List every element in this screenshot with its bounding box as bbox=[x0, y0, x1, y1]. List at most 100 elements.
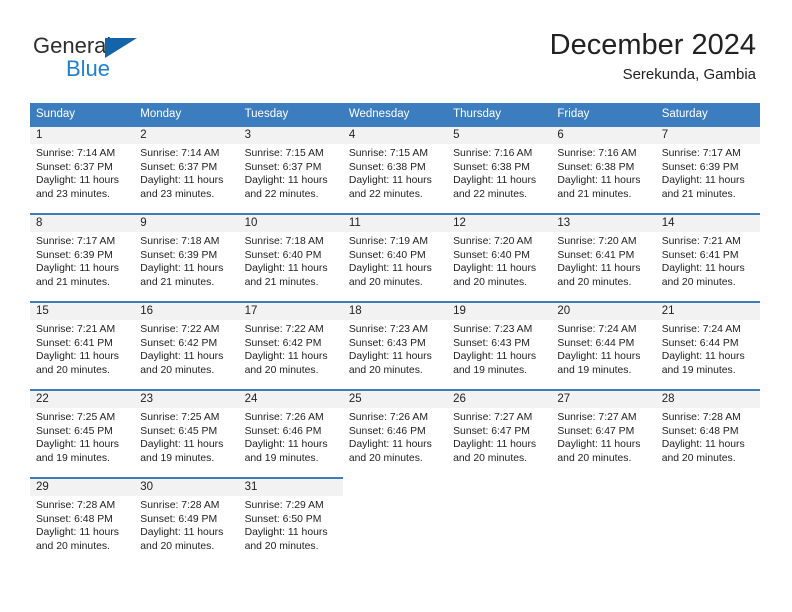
day-details: Sunrise: 7:22 AM Sunset: 6:42 PM Daylight:… bbox=[134, 320, 238, 377]
daylight-text-line1: Daylight: 11 hours bbox=[244, 439, 328, 451]
week-row: 22 Sunrise: 7:25 AM Sunset: 6:45 PM Dayligh… bbox=[30, 389, 760, 467]
sunrise-text: Sunrise: 7:21 AM bbox=[661, 236, 741, 247]
day-cell[interactable]: 11 Sunrise: 7:19 AM Sunset: 6:40 PM Dayligh… bbox=[342, 213, 448, 291]
day-details: Sunrise: 7:29 AM Sunset: 6:50 PM Daylight:… bbox=[239, 496, 343, 553]
sunset-text: Sunset: 6:37 PM bbox=[244, 161, 322, 173]
day-number: 6 bbox=[551, 127, 656, 144]
day-cell[interactable]: 13 Sunrise: 7:20 AM Sunset: 6:41 PM Dayligh… bbox=[551, 213, 656, 291]
sunset-text: Sunset: 6:37 PM bbox=[140, 161, 218, 173]
day-cell[interactable]: 5 Sunrise: 7:16 AM Sunset: 6:38 PM Daylight… bbox=[447, 125, 552, 203]
day-cell[interactable]: 31 Sunrise: 7:29 AM Sunset: 6:50 PM Dayligh… bbox=[238, 477, 343, 555]
daylight-text-line2: and 20 minutes. bbox=[36, 364, 110, 376]
sunset-text: Sunset: 6:46 PM bbox=[348, 425, 426, 437]
daylight-text-line1: Daylight: 11 hours bbox=[140, 439, 224, 451]
day-cell[interactable]: 29 Sunrise: 7:28 AM Sunset: 6:48 PM Dayligh… bbox=[30, 477, 135, 555]
sunset-text: Sunset: 6:41 PM bbox=[661, 249, 739, 261]
daylight-text-line2: and 19 minutes. bbox=[36, 452, 110, 464]
day-number: 2 bbox=[134, 127, 239, 144]
day-number: 12 bbox=[447, 215, 552, 232]
day-details: Sunrise: 7:20 AM Sunset: 6:40 PM Daylight:… bbox=[447, 232, 551, 289]
sunset-text: Sunset: 6:43 PM bbox=[348, 337, 426, 349]
sunset-text: Sunset: 6:38 PM bbox=[348, 161, 426, 173]
day-cell[interactable]: 4 Sunrise: 7:15 AM Sunset: 6:38 PM Daylight… bbox=[342, 125, 448, 203]
day-cell-empty bbox=[551, 477, 655, 555]
week-row: 29 Sunrise: 7:28 AM Sunset: 6:48 PM Dayligh… bbox=[30, 477, 760, 555]
day-cell[interactable]: 6 Sunrise: 7:16 AM Sunset: 6:38 PM Daylight… bbox=[551, 125, 656, 203]
logo-blue-text: Blue bbox=[66, 56, 111, 81]
weekday-monday: Monday bbox=[140, 108, 182, 120]
sunset-text: Sunset: 6:38 PM bbox=[453, 161, 530, 173]
sunrise-text: Sunrise: 7:24 AM bbox=[557, 324, 637, 335]
daylight-text-line2: and 20 minutes. bbox=[244, 540, 319, 552]
daylight-text-line1: Daylight: 11 hours bbox=[36, 439, 119, 451]
sunrise-text: Sunrise: 7:15 AM bbox=[244, 148, 324, 159]
day-cell[interactable]: 15 Sunrise: 7:21 AM Sunset: 6:41 PM Dayligh… bbox=[30, 301, 135, 379]
day-cell[interactable]: 22 Sunrise: 7:25 AM Sunset: 6:45 PM Dayligh… bbox=[30, 389, 135, 467]
sunrise-text: Sunrise: 7:18 AM bbox=[140, 236, 220, 247]
day-cell[interactable]: 27 Sunrise: 7:27 AM Sunset: 6:47 PM Dayligh… bbox=[551, 389, 656, 467]
day-cell[interactable]: 20 Sunrise: 7:24 AM Sunset: 6:44 PM Dayligh… bbox=[551, 301, 656, 379]
day-cell[interactable]: 25 Sunrise: 7:26 AM Sunset: 6:46 PM Dayligh… bbox=[342, 389, 448, 467]
daylight-text-line1: Daylight: 11 hours bbox=[140, 263, 224, 275]
day-cell[interactable]: 2 Sunrise: 7:14 AM Sunset: 6:37 PM Daylight… bbox=[134, 125, 239, 203]
sunset-text: Sunset: 6:45 PM bbox=[36, 425, 113, 437]
day-number: 25 bbox=[342, 391, 448, 408]
day-cell[interactable]: 14 Sunrise: 7:21 AM Sunset: 6:41 PM Dayligh… bbox=[655, 213, 760, 291]
day-cell[interactable]: 8 Sunrise: 7:17 AM Sunset: 6:39 PM Daylight… bbox=[30, 213, 135, 291]
daylight-text-line2: and 20 minutes. bbox=[140, 540, 215, 552]
day-cell[interactable]: 19 Sunrise: 7:23 AM Sunset: 6:43 PM Dayligh… bbox=[447, 301, 552, 379]
daylight-text-line1: Daylight: 11 hours bbox=[348, 351, 432, 363]
sunrise-text: Sunrise: 7:23 AM bbox=[348, 324, 428, 335]
page-subtitle: Serekunda, Gambia bbox=[622, 66, 756, 83]
day-cell[interactable]: 28 Sunrise: 7:28 AM Sunset: 6:48 PM Dayligh… bbox=[655, 389, 760, 467]
day-cell[interactable]: 18 Sunrise: 7:23 AM Sunset: 6:43 PM Dayligh… bbox=[342, 301, 448, 379]
day-number: 5 bbox=[447, 127, 552, 144]
day-details: Sunrise: 7:25 AM Sunset: 6:45 PM Daylight:… bbox=[134, 408, 238, 465]
day-cell[interactable]: 1 Sunrise: 7:14 AM Sunset: 6:37 PM Daylight… bbox=[30, 125, 135, 203]
day-cell[interactable]: 21 Sunrise: 7:24 AM Sunset: 6:44 PM Dayligh… bbox=[655, 301, 760, 379]
daylight-text-line1: Daylight: 11 hours bbox=[140, 527, 224, 539]
day-cell[interactable]: 7 Sunrise: 7:17 AM Sunset: 6:39 PM Daylight… bbox=[655, 125, 760, 203]
day-number: 24 bbox=[238, 391, 343, 408]
daylight-text-line2: and 20 minutes. bbox=[140, 364, 215, 376]
day-cell[interactable]: 26 Sunrise: 7:27 AM Sunset: 6:47 PM Dayligh… bbox=[447, 389, 552, 467]
day-cell[interactable]: 12 Sunrise: 7:20 AM Sunset: 6:40 PM Dayligh… bbox=[447, 213, 552, 291]
daylight-text-line2: and 22 minutes. bbox=[453, 188, 528, 200]
daylight-text-line1: Daylight: 11 hours bbox=[244, 263, 328, 275]
daylight-text-line1: Daylight: 11 hours bbox=[244, 527, 328, 539]
day-details: Sunrise: 7:28 AM Sunset: 6:48 PM Daylight:… bbox=[30, 496, 134, 553]
daylight-text-line2: and 19 minutes. bbox=[557, 364, 632, 376]
daylight-text-line2: and 20 minutes. bbox=[348, 364, 423, 376]
weekday-header-row: Sunday Monday Tuesday Wednesday Thursday… bbox=[30, 103, 760, 125]
daylight-text-line1: Daylight: 11 hours bbox=[661, 175, 745, 187]
day-details: Sunrise: 7:23 AM Sunset: 6:43 PM Daylight:… bbox=[447, 320, 551, 377]
day-cell[interactable]: 30 Sunrise: 7:28 AM Sunset: 6:49 PM Dayligh… bbox=[134, 477, 239, 555]
daylight-text-line1: Daylight: 11 hours bbox=[557, 439, 641, 451]
day-number: 18 bbox=[342, 303, 448, 320]
day-cell[interactable]: 17 Sunrise: 7:22 AM Sunset: 6:42 PM Dayligh… bbox=[238, 301, 343, 379]
daylight-text-line2: and 23 minutes. bbox=[140, 188, 215, 200]
sunset-text: Sunset: 6:41 PM bbox=[36, 337, 113, 349]
sunset-text: Sunset: 6:43 PM bbox=[453, 337, 530, 349]
daylight-text-line1: Daylight: 11 hours bbox=[557, 175, 641, 187]
day-cell[interactable]: 3 Sunrise: 7:15 AM Sunset: 6:37 PM Daylight… bbox=[238, 125, 343, 203]
day-cell[interactable]: 10 Sunrise: 7:18 AM Sunset: 6:40 PM Dayligh… bbox=[238, 213, 343, 291]
day-details: Sunrise: 7:17 AM Sunset: 6:39 PM Daylight:… bbox=[656, 144, 760, 201]
sunset-text: Sunset: 6:40 PM bbox=[244, 249, 322, 261]
day-details: Sunrise: 7:19 AM Sunset: 6:40 PM Daylight:… bbox=[343, 232, 447, 289]
daylight-text-line2: and 19 minutes. bbox=[244, 452, 319, 464]
day-cell[interactable]: 23 Sunrise: 7:25 AM Sunset: 6:45 PM Dayligh… bbox=[134, 389, 239, 467]
day-number: 29 bbox=[30, 479, 135, 496]
sunrise-text: Sunrise: 7:21 AM bbox=[36, 324, 116, 335]
sunset-text: Sunset: 6:44 PM bbox=[557, 337, 635, 349]
day-cell[interactable]: 16 Sunrise: 7:22 AM Sunset: 6:42 PM Dayligh… bbox=[134, 301, 239, 379]
day-cell[interactable]: 24 Sunrise: 7:26 AM Sunset: 6:46 PM Dayligh… bbox=[238, 389, 343, 467]
weekday-sunday: Sunday bbox=[36, 108, 76, 120]
sunset-text: Sunset: 6:40 PM bbox=[453, 249, 530, 261]
sunrise-text: Sunrise: 7:27 AM bbox=[557, 412, 637, 423]
day-cell-empty bbox=[447, 477, 551, 555]
generalblue-logo[interactable]: General Blue bbox=[33, 33, 183, 83]
sunrise-text: Sunrise: 7:28 AM bbox=[140, 500, 220, 511]
day-cell[interactable]: 9 Sunrise: 7:18 AM Sunset: 6:39 PM Daylight… bbox=[134, 213, 239, 291]
sunrise-text: Sunrise: 7:22 AM bbox=[244, 324, 324, 335]
